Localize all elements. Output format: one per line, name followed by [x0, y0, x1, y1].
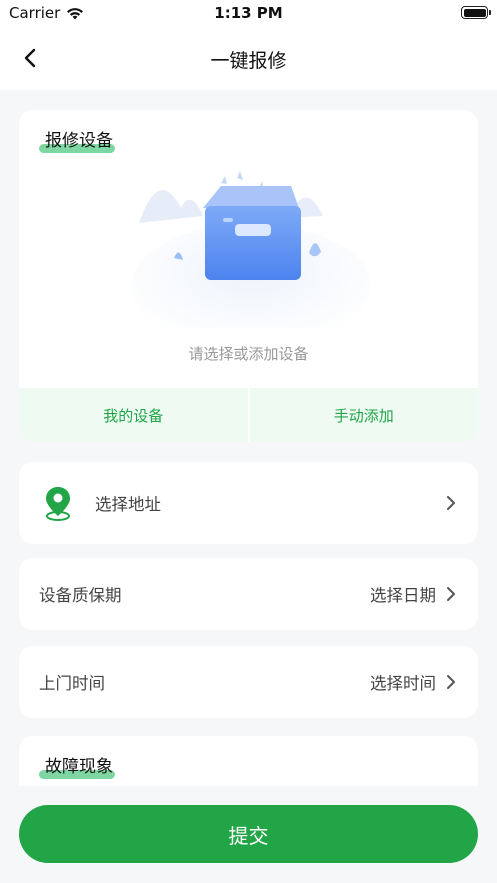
status-bar: Carrier 1:13 PM [0, 0, 497, 26]
repair-device-card: 报修设备 请选择或添加设备 我的设备 手动添加 [19, 110, 478, 442]
visit-time-row[interactable]: 上门时间 选择时间 [19, 646, 478, 718]
navigation-bar: 一键报修 [0, 26, 497, 90]
warranty-value: 选择日期 [370, 586, 436, 605]
select-address-row[interactable]: 选择地址 [19, 462, 478, 544]
manual-add-button[interactable]: 手动添加 [250, 388, 479, 442]
location-pin-icon [46, 487, 70, 521]
section-title-device: 报修设备 [39, 126, 115, 153]
empty-box-illustration [131, 171, 371, 328]
submit-button[interactable]: 提交 [19, 805, 478, 863]
visit-time-label: 上门时间 [39, 674, 105, 693]
visit-time-value: 选择时间 [370, 674, 436, 693]
warranty-period-row[interactable]: 设备质保期 选择日期 [19, 558, 478, 630]
chevron-right-icon [444, 587, 458, 601]
warranty-label: 设备质保期 [39, 586, 122, 605]
empty-device-text: 请选择或添加设备 [188, 345, 309, 363]
battery-icon [461, 6, 491, 19]
address-label: 选择地址 [95, 495, 161, 514]
device-actions: 我的设备 手动添加 [19, 388, 478, 442]
status-time: 1:13 PM [214, 4, 283, 22]
my-devices-button[interactable]: 我的设备 [19, 388, 248, 442]
chevron-right-icon [444, 496, 458, 510]
page-title: 一键报修 [210, 50, 287, 72]
section-title-fault: 故障现象 [39, 752, 115, 779]
chevron-right-icon [444, 675, 458, 689]
